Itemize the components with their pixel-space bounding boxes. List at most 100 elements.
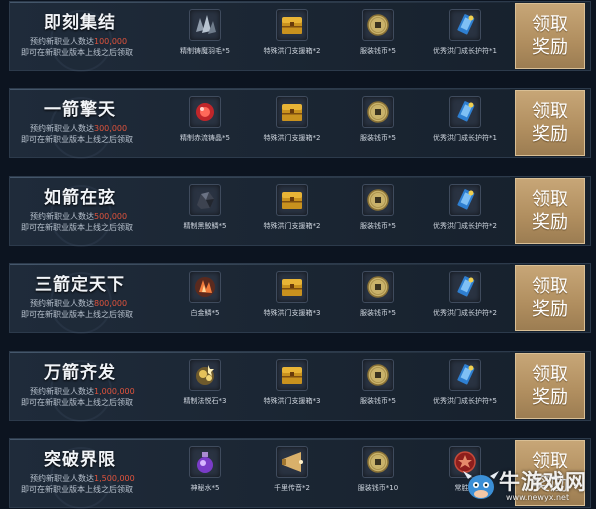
tier-title: 即刻集结 (44, 13, 116, 33)
tier-claim-note: 即可在新职业版本上线之后领取 (21, 135, 133, 145)
reward-item[interactable]: 神秘水*5 (170, 446, 240, 493)
reward-item[interactable]: 优秀洪门成长护符*5 (430, 358, 500, 406)
tier-requirement: 预约新职业人数达1,500,000 (30, 473, 135, 484)
coin-icon (362, 446, 394, 478)
reward-tier-row: 三箭定天下 预约新职业人数达800,000 即可在新职业版本上线之后领取 白金鳞*5 特… (9, 263, 591, 335)
reward-item-label: 神秘水*5 (190, 484, 220, 492)
reward-item-label: 服装钱币*10 (357, 484, 399, 492)
watermark: 牛游戏网 www.newyx.net (462, 463, 592, 507)
reward-item-label: 特殊洪门支援箱*2 (263, 134, 321, 143)
tier-title: 万箭齐发 (44, 362, 116, 383)
talisman-icon (449, 96, 481, 129)
talisman-icon (449, 9, 481, 41)
requirement-prefix: 预约新职业人数达 (30, 211, 94, 221)
reward-item[interactable]: 千里传音*2 (257, 446, 327, 493)
requirement-prefix: 预约新职业人数达 (30, 124, 94, 134)
claim-reward-button-label: 奖励 (532, 386, 568, 408)
tier-title: 一箭擎天 (44, 100, 116, 121)
tier-claim-note: 即可在新职业版本上线之后领取 (21, 310, 133, 320)
coin-icon (362, 271, 394, 304)
tier-requirement: 预约新职业人数达1,000,000 (30, 386, 135, 397)
tier-title: 突破界限 (44, 450, 116, 470)
reward-item-label: 优秀洪门成长护符*5 (433, 396, 497, 405)
reward-item-label: 特殊洪门支援箱*3 (263, 396, 321, 405)
tier-claim-note: 即可在新职业版本上线之后领取 (21, 48, 133, 57)
reward-item-label: 服装钱币*5 (360, 134, 396, 143)
treasure-chest-icon (276, 183, 308, 216)
claim-reward-button-label: 奖励 (532, 211, 568, 233)
reward-item[interactable]: 特殊洪门支援箱*2 (257, 96, 327, 143)
reward-tier-row: 如箭在弦预约新职业人数达500,000 即可在新职业版本上线之后领取 精制黑鲛鳞*5… (9, 175, 591, 247)
reward-item[interactable]: 服装钱币*5 (343, 183, 413, 231)
treasure-chest-icon (276, 96, 308, 129)
requirement-prefix: 预约新职业人数达 (30, 299, 94, 309)
talisman-icon (449, 358, 481, 391)
claim-reward-button-label: 领取 (532, 101, 568, 123)
requirement-prefix: 预约新职业人数达 (30, 386, 94, 396)
reward-item-label: 服装钱币*5 (360, 396, 396, 405)
reward-item[interactable]: 白金鳞*5 (170, 271, 240, 318)
reward-item[interactable]: 优秀洪门成长护符*1 (430, 9, 500, 56)
claim-reward-button-label: 领取 (532, 14, 568, 35)
tier-requirement: 预约新职业人数达500,000 (30, 211, 127, 222)
claim-reward-button[interactable]: 领取 奖励 (515, 265, 585, 332)
reward-item[interactable]: 服装钱币*5 (343, 271, 413, 318)
reward-item[interactable]: 特殊洪门支援箱*3 (257, 358, 327, 406)
reward-item[interactable]: 服装钱币*5 (343, 9, 413, 56)
reward-item[interactable]: 优秀洪门成长护符*2 (430, 271, 500, 318)
reward-item[interactable]: 服装钱币*5 (343, 358, 413, 406)
claim-reward-button[interactable]: 领取 奖励 (515, 352, 585, 419)
tier-claim-note: 即可在新职业版本上线之后领取 (21, 222, 133, 232)
reward-item[interactable]: 优秀洪门成长护符*1 (430, 96, 500, 143)
talisman-icon (449, 271, 481, 304)
reward-item[interactable]: 服装钱币*10 (343, 446, 413, 493)
reward-item-label: 特殊洪门支援箱*2 (263, 47, 321, 55)
reward-tier-row: 一箭擎天预约新职业人数达300,000 即可在新职业版本上线之后领取 精制赤流铸晶*… (9, 88, 591, 160)
requirement-count: 500,000 (94, 211, 128, 221)
reward-item-label: 服装钱币*5 (360, 309, 396, 318)
reward-item[interactable]: 精制黑鲛鳞*5 (170, 183, 240, 231)
treasure-chest-icon (276, 9, 308, 41)
requirement-count: 1,500,000 (94, 474, 135, 483)
claim-reward-button-label: 领取 (532, 188, 568, 210)
claim-reward-button-label: 领取 (532, 276, 568, 298)
reward-item-label: 优秀洪门成长护符*1 (433, 134, 497, 143)
treasure-chest-icon (276, 358, 308, 391)
reward-item[interactable]: 特殊洪门支援箱*2 (257, 183, 327, 231)
reward-item-label: 特殊洪门支援箱*3 (263, 309, 321, 318)
requirement-prefix: 预约新职业人数达 (30, 37, 94, 46)
tier-claim-note: 即可在新职业版本上线之后领取 (21, 485, 133, 494)
coin-icon (362, 96, 394, 129)
reward-item[interactable]: 精制铸魔羽毛*5 (170, 9, 240, 56)
reward-tier-row: 万箭齐发 预约新职业人数达1,000,000 即可在新职业版本上线之后领取 精制法悦石… (9, 350, 591, 422)
reward-item-label: 优秀洪门成长护符*1 (433, 47, 497, 55)
dark-ore-icon (189, 183, 221, 216)
tier-requirement: 预约新职业人数达300,000 (30, 123, 127, 134)
tier-title: 如箭在弦 (44, 187, 116, 208)
reward-item-label: 服装钱币*5 (360, 47, 396, 55)
reward-item-label: 精制黑鲛鳞*5 (183, 221, 227, 230)
horn-icon (276, 446, 308, 478)
talisman-icon (449, 183, 481, 216)
requirement-prefix: 预约新职业人数达 (30, 474, 94, 483)
red-orb-icon (189, 96, 221, 129)
reward-item[interactable]: 特殊洪门支援箱*2 (257, 9, 327, 56)
treasure-chest-icon (276, 271, 308, 304)
reward-item[interactable]: 精制赤流铸晶*5 (170, 96, 240, 143)
reward-item-label: 优秀洪门成长护符*2 (433, 309, 497, 318)
requirement-count: 800,000 (94, 299, 128, 309)
claim-reward-button[interactable]: 领取 奖励 (515, 177, 585, 244)
reward-item[interactable]: 优秀洪门成长护符*2 (430, 183, 500, 231)
claim-reward-button-label: 奖励 (532, 37, 568, 58)
requirement-count: 1,000,000 (94, 386, 135, 396)
claim-reward-button[interactable]: 领取 奖励 (515, 90, 585, 157)
reward-item[interactable]: 精制法悦石*3 (170, 358, 240, 406)
requirement-count: 300,000 (94, 124, 128, 134)
reward-item-label: 精制法悦石*3 (183, 396, 227, 405)
fire-crystal-icon (189, 271, 221, 304)
reward-item-label: 服装钱币*5 (360, 221, 396, 230)
claim-reward-button-label: 领取 (532, 363, 568, 385)
claim-reward-button[interactable]: 领取 奖励 (515, 3, 585, 69)
reward-item[interactable]: 特殊洪门支援箱*3 (257, 271, 327, 318)
reward-item[interactable]: 服装钱币*5 (343, 96, 413, 143)
